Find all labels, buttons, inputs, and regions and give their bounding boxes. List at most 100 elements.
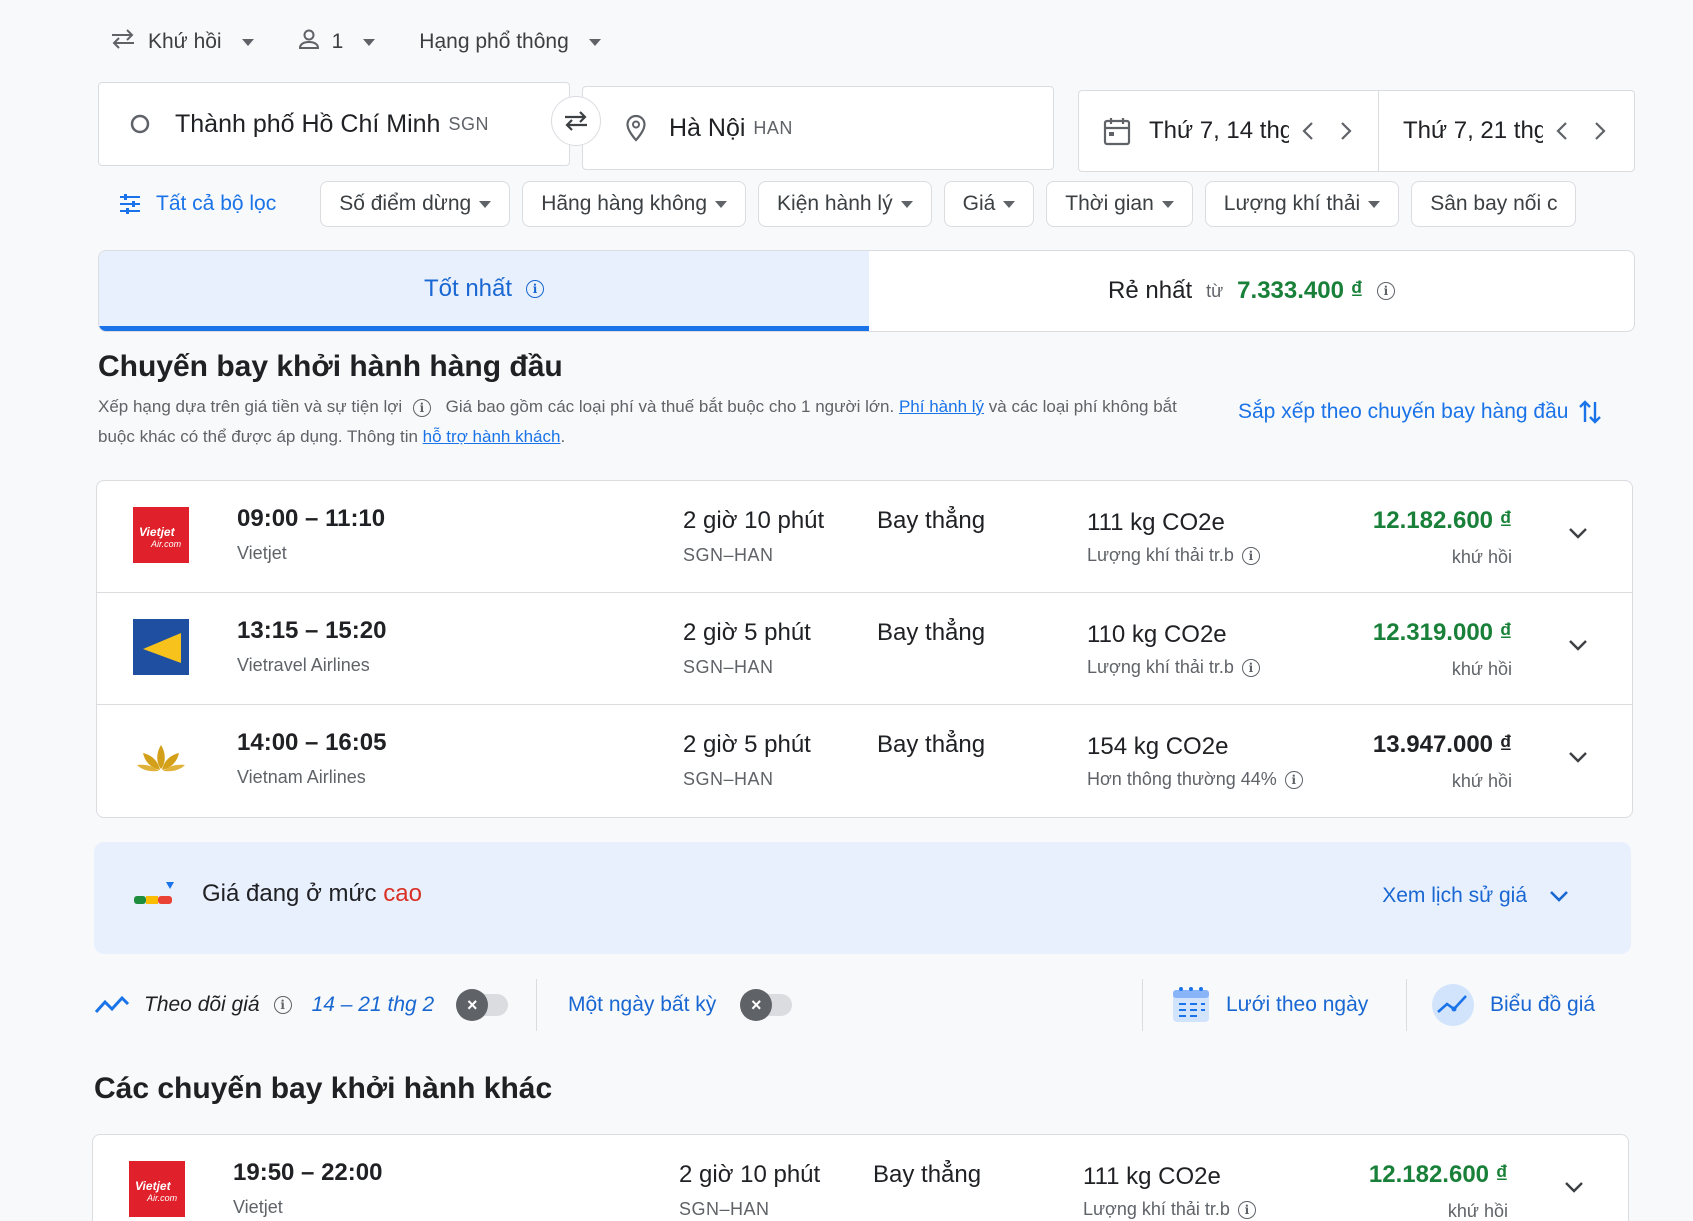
depart-date: Thứ 7, 14 thg [1149,117,1289,144]
price-insight-banner: Giá đang ở mức cao Xem lịch sử giá [94,842,1631,954]
any-date-toggle[interactable]: × [740,989,793,1021]
chip-label: Hãng hàng không [541,192,708,215]
airline-name: Vietravel Airlines [237,655,370,675]
date-grid-icon [1170,984,1212,1026]
flight-route: SGN–HAN [683,769,774,789]
tab-best[interactable]: Tốt nhất i [99,251,869,331]
price-graph-label: Biểu đồ giá [1490,993,1596,1016]
emissions-note-text: Lượng khí thải tr.b [1087,657,1234,677]
expand-flight-button[interactable] [1560,515,1596,551]
sort-arrows-icon [1578,398,1602,426]
depart-date-field[interactable]: Thứ 7, 14 thg [1079,91,1379,171]
flight-row[interactable]: 14:00 – 16:05 Vietnam Airlines 2 giờ 5 p… [97,705,1632,817]
baggage-fee-link[interactable]: Phí hành lý [899,397,984,416]
trip-type-note: khứ hồi [1451,659,1512,679]
origin-code: SGN [448,113,489,134]
flight-times: 13:15 – 15:20 [237,617,387,644]
flight-duration: 2 giờ 10 phút [679,1161,821,1188]
info-icon[interactable]: i [526,279,545,298]
fee-note-end: . [560,427,566,446]
caret-down-icon [479,200,492,208]
filter-chip-connecting-airports[interactable]: Sân bay nối c [1411,181,1577,227]
flight-route: SGN–HAN [683,657,774,677]
flight-times: 09:00 – 11:10 [237,505,386,532]
flight-row[interactable]: Vietjet Air.com 09:00 – 11:10 Vietjet 2 g… [97,481,1632,593]
date-grid-button[interactable]: Lưới theo ngày [1170,975,1368,1035]
view-price-history-button[interactable]: Xem lịch sử giá [1382,884,1569,908]
prev-depart-date-button[interactable] [1289,112,1327,150]
trip-type-note: khứ hồi [1451,771,1512,791]
emissions-note: Hơn thông thường 44% i [1087,769,1303,790]
cheapest-price: 7.333.400 ₫ [1237,277,1363,304]
filter-chip-airlines[interactable]: Hãng hàng không [522,181,747,227]
tab-cheapest-label: Rẻ nhất [1108,277,1193,304]
tune-icon [118,193,142,215]
chevron-down-icon [1568,639,1588,651]
emissions-note-text: Lượng khí thải tr.b [1087,545,1234,565]
info-icon[interactable]: i [1376,282,1395,300]
divider [1142,979,1143,1031]
passenger-help-link[interactable]: hỗ trợ hành khách [423,427,561,446]
filter-chip-stops[interactable]: Số điểm dừng [320,181,511,227]
filter-chip-emissions[interactable]: Lượng khí thải [1204,181,1400,227]
cabin-class-select[interactable]: Hạng phổ thông [419,30,601,54]
flight-stops: Bay thẳng [877,507,986,534]
price-insight-text: Giá đang ở mức cao [202,880,422,908]
flight-stops: Bay thẳng [877,619,986,646]
filter-chip-bags[interactable]: Kiện hành lý [758,181,932,227]
return-date: Thứ 7, 21 thg [1403,117,1543,144]
caret-down-icon [588,38,601,46]
flight-times: 19:50 – 22:00 [233,1159,383,1186]
return-date-field[interactable]: Thứ 7, 21 thg [1379,91,1634,171]
all-filters-button[interactable]: Tất cả bộ lọc [98,182,296,226]
trend-icon [94,994,130,1016]
top-flights-title: Chuyến bay khởi hành hàng đầu [98,350,563,383]
filter-bar: Tất cả bộ lọc Số điểm dừng Hãng hàng khô… [98,180,1635,228]
flight-route: SGN–HAN [683,545,774,565]
next-return-date-button[interactable] [1581,112,1619,150]
info-icon[interactable]: i [412,399,431,417]
chevron-down-icon [1564,1181,1584,1193]
airline-name: Vietjet [233,1197,283,1217]
track-prices-toggle[interactable]: × [456,989,509,1021]
prev-return-date-button[interactable] [1543,112,1581,150]
any-date-label: Một ngày bất kỳ [568,993,717,1016]
expand-flight-button[interactable] [1560,627,1596,663]
filter-chip-times[interactable]: Thời gian [1046,181,1193,227]
passenger-select[interactable]: 1 [298,28,376,56]
origin-field[interactable]: Thành phố Hồ Chí Minh SGN [98,82,570,166]
flight-row[interactable]: 13:15 – 15:20 Vietravel Airlines 2 giờ 5… [97,593,1632,705]
sort-by-top-flights-button[interactable]: Sắp xếp theo chuyến bay hàng đầu [1238,398,1602,426]
expand-flight-button[interactable] [1556,1169,1592,1205]
calendar-icon [1103,116,1131,146]
svg-text:Air.com: Air.com [146,1193,178,1203]
swap-locations-button[interactable] [551,96,601,146]
flight-row[interactable]: Vietjet Air.com 19:50 – 22:00 Vietjet 2 g… [93,1135,1628,1221]
trip-type-select[interactable]: Khứ hồi [110,28,254,56]
expand-flight-button[interactable] [1560,739,1596,775]
trip-type-note: khứ hồi [1447,1201,1508,1221]
date-range-field: Thứ 7, 14 thg Thứ 7, 21 thg [1078,90,1635,172]
flight-emissions: 111 kg CO2e [1083,1163,1221,1190]
info-icon[interactable]: i [1284,770,1303,789]
swap-icon [561,109,591,133]
tab-best-label: Tốt nhất [423,274,513,302]
next-depart-date-button[interactable] [1327,112,1365,150]
info-icon[interactable]: i [1241,658,1260,677]
origin-circle-icon [129,113,151,135]
emissions-note: Lượng khí thải tr.b i [1087,545,1260,566]
flight-price: 12.182.600 ₫ [1372,507,1512,534]
caret-down-icon [900,200,913,208]
destination-field[interactable]: Hà Nội HAN [582,86,1054,170]
info-icon[interactable]: i [1241,546,1260,565]
flight-emissions: 110 kg CO2e [1087,621,1227,648]
flights-search-page: Khứ hồi 1 Hạng phổ thông Thành phố Hồ Ch… [0,0,1693,1221]
info-icon[interactable]: i [1237,1200,1256,1219]
filter-chip-price[interactable]: Giá [943,181,1035,227]
price-graph-button[interactable]: Biểu đồ giá [1430,975,1595,1035]
info-icon[interactable]: i [273,996,292,1014]
passenger-count: 1 [331,30,344,53]
price-history-label: Xem lịch sử giá [1382,884,1527,907]
tab-cheapest[interactable]: Rẻ nhất từ 7.333.400 ₫ i [869,251,1634,331]
price-graph-icon [1430,982,1476,1028]
